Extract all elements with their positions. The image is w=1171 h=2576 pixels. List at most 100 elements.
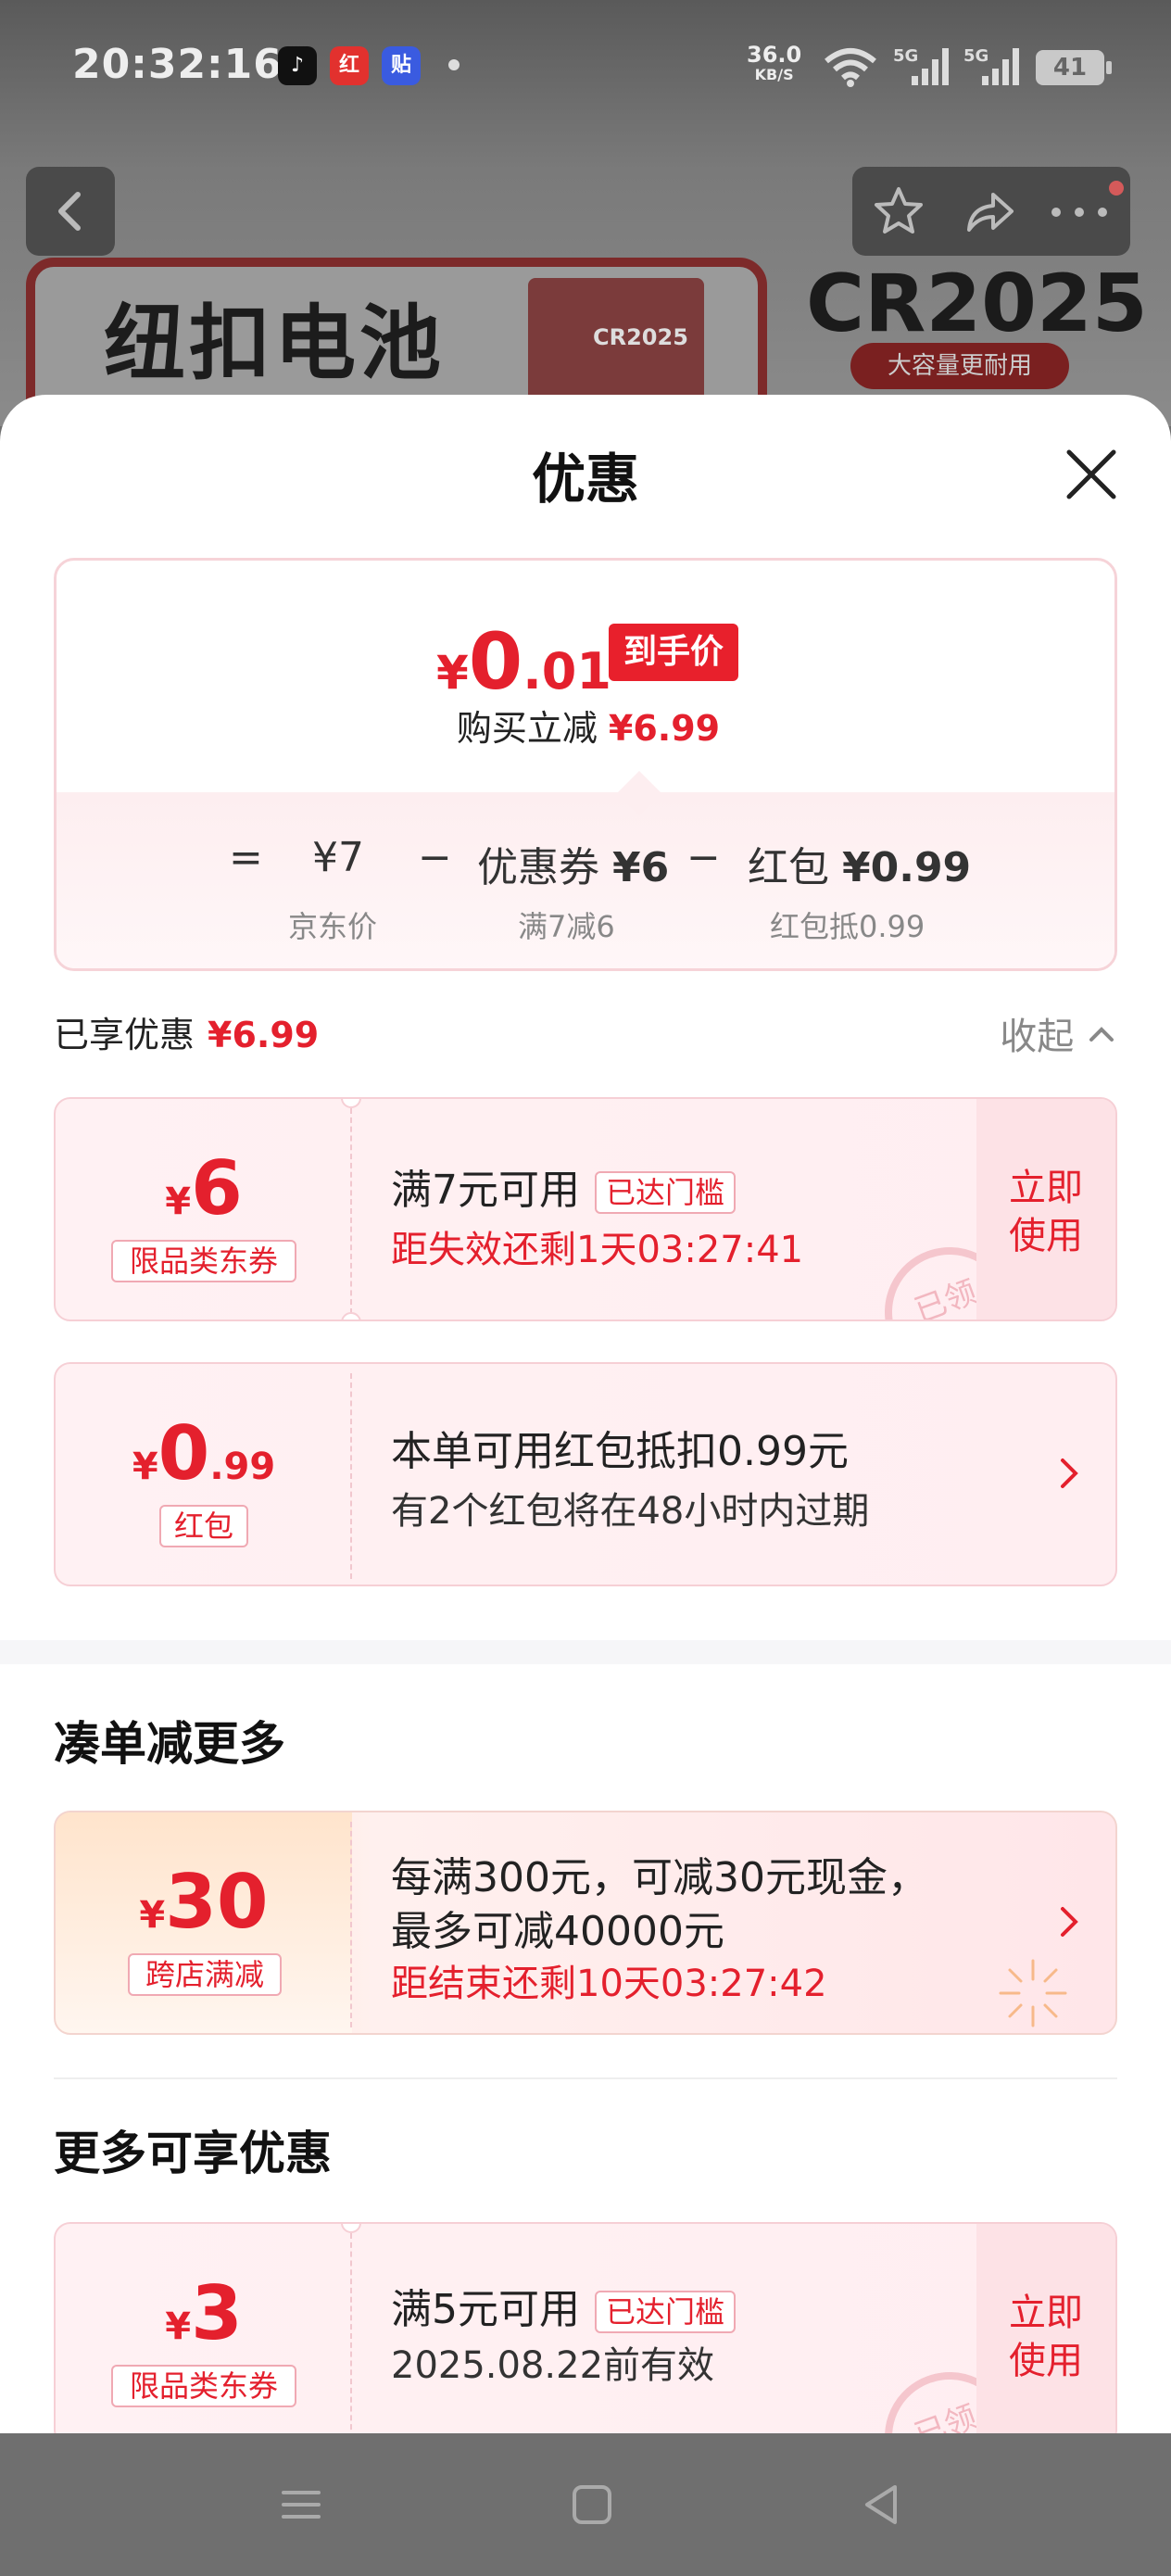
star-icon[interactable] [871, 183, 926, 239]
formula-hongbao: 红包 ¥0.99 [748, 834, 971, 893]
promo-countdown: 距结束还剩10天03:27:42 [391, 1963, 827, 2005]
sig2-label: 5G [963, 46, 988, 66]
coupon-condition: 满5元可用 已达门槛 [391, 2276, 737, 2335]
coupon-card[interactable]: ¥3 限品类东券 满5元可用 已达门槛 2025.08.22前有效 已领 立即 使用 [54, 2222, 1117, 2433]
hongbao-expiry-note: 有2个红包将在48小时内过期 [391, 1490, 870, 1533]
chevron-left-icon [58, 192, 81, 231]
hongbao-decimal: .99 [209, 1446, 276, 1488]
hongbao-card[interactable]: ¥0.99 红包 本单可用红包抵扣0.99元 有2个红包将在48小时内过期 [54, 1362, 1117, 1586]
promo-currency: ¥ [139, 1894, 166, 1937]
hongbao-main-text: 本单可用红包抵扣0.99元 [391, 1428, 849, 1475]
cell-signal-1-icon: 5G [893, 46, 949, 85]
reduce-label: 购买立减 [456, 708, 598, 749]
threshold-tag: 已达门槛 [595, 1171, 737, 1214]
coupon-currency: ¥ [165, 2305, 192, 2348]
promo-value: ¥30 [56, 1859, 352, 1945]
network-speed: 36.0 KB/S [747, 44, 801, 85]
coupon-countdown: 距失效还剩1天03:27:41 [391, 1229, 804, 1271]
final-price-int: 0 [468, 616, 523, 707]
coupon-type-badge: 限品类东券 [111, 1240, 296, 1282]
wifi-icon [825, 48, 876, 87]
pack-label: CR2025 [593, 324, 688, 350]
collapse-label: 收起 [1000, 1016, 1075, 1058]
hongbao-value: ¥0.99 [56, 1410, 352, 1496]
coupon-condition-text: 满7元可用 [391, 1167, 580, 1214]
collapse-button[interactable]: 收起 [1000, 1006, 1117, 1060]
tie-app-icon: 贴 [382, 46, 421, 85]
close-icon[interactable] [1060, 443, 1123, 506]
use-now-line2: 使用 [1009, 1215, 1083, 1257]
promo-line1: 每满300元，可减30元现金， [391, 1854, 928, 1901]
battery-icon: 41 [1036, 50, 1112, 85]
menu-icon[interactable] [278, 2481, 324, 2528]
section-heading-more-offers: 更多可享优惠 [54, 2127, 332, 2180]
sig1-label: 5G [893, 46, 918, 66]
final-price-currency: ¥ [436, 646, 469, 700]
use-now-button[interactable]: 立即 使用 [976, 1099, 1115, 1320]
product-title: 纽扣电池 [104, 296, 446, 391]
status-bar: 20:32:16 ♪ 红 贴 36.0 KB/S 5G 5G 41 [0, 0, 1171, 139]
home-icon[interactable] [569, 2481, 615, 2528]
reduce-amount: ¥6.99 [608, 708, 721, 749]
product-badge: 大容量更耐用 [850, 343, 1069, 389]
top-action-group [852, 167, 1130, 256]
network-speed-unit: KB/S [754, 66, 794, 83]
back-nav-icon[interactable] [858, 2481, 904, 2528]
coupon-amount: 6 [191, 1145, 243, 1231]
coupon-rule-label: 满7减6 [518, 909, 615, 944]
chevron-right-icon [1061, 1907, 1078, 1937]
promo-line2: 最多可减40000元 [391, 1908, 724, 1955]
hongbao-rule-label: 红包抵0.99 [770, 909, 925, 944]
coupon-currency: ¥ [165, 1181, 192, 1223]
hongbao-part-label: 红包 [748, 844, 829, 891]
threshold-tag: 已达门槛 [595, 2291, 737, 2333]
coupon-condition: 满7元可用 已达门槛 [391, 1156, 737, 1216]
formula-minus-2: − [686, 834, 721, 881]
hongbao-currency: ¥ [132, 1446, 158, 1488]
section-separator [0, 1640, 1171, 1664]
jd-price: ¥7 [312, 834, 364, 881]
douyin-icon: ♪ [278, 46, 317, 85]
hongbao-part-amount: ¥0.99 [842, 844, 972, 891]
formula-coupon: 优惠券 ¥6 [477, 834, 669, 893]
system-nav-bar [0, 2433, 1171, 2576]
sheet-title: 优惠 [531, 448, 639, 511]
use-now-line1: 立即 [1009, 1167, 1083, 1209]
coupon-amount: 3 [191, 2270, 243, 2356]
use-now-button[interactable]: 立即 使用 [976, 2224, 1115, 2433]
promo-amount: 30 [165, 1859, 269, 1945]
back-button[interactable] [26, 167, 115, 256]
formula-equals: = [229, 834, 263, 881]
discount-sheet: 优惠 ¥0.01 到手价 购买立减 ¥6.99 = ¥7 − 优惠券 ¥6 − 红… [0, 395, 1171, 2433]
enjoyed-label: 已享优惠 [54, 1015, 195, 1055]
coupon-card[interactable]: ¥6 限品类东券 满7元可用 已达门槛 距失效还剩1天03:27:41 已领 立即… [54, 1097, 1117, 1321]
final-price: ¥0.01 [436, 616, 611, 707]
hongbao-badge: 红包 [159, 1505, 248, 1547]
share-icon[interactable] [962, 183, 1017, 239]
jd-price-label: 京东价 [288, 909, 378, 944]
final-price-tag: 到手价 [609, 624, 738, 681]
hongbao-app-icon: 红 [330, 46, 369, 85]
notification-badge [1106, 178, 1127, 198]
reduce-line: 购买立减 ¥6.99 [57, 700, 1114, 751]
notification-dot-icon [448, 59, 460, 70]
cross-store-promo-card[interactable]: ¥30 跨店满减 每满300元，可减30元现金， 最多可减40000元 距结束还… [54, 1811, 1117, 2035]
more-icon[interactable] [1047, 198, 1112, 226]
final-price-dec: .01 [523, 642, 611, 701]
coupon-notch-bottom [341, 1312, 361, 1320]
hongbao-int: 0 [157, 1410, 210, 1496]
formula-minus-1: − [418, 834, 452, 881]
enjoyed-amount: ¥6.99 [208, 1015, 320, 1055]
coupon-type-badge: 限品类东券 [111, 2365, 296, 2407]
coupon-value: ¥6 [56, 1145, 352, 1231]
coupon-condition-text: 满5元可用 [391, 2286, 580, 2333]
price-summary-card: ¥0.01 到手价 购买立减 ¥6.99 = ¥7 − 优惠券 ¥6 − 红包 ¥… [54, 558, 1117, 971]
section-heading-more-savings: 凑单减更多 [54, 1717, 285, 1771]
product-model: CR2025 [806, 258, 1148, 350]
coupon-validity: 2025.08.22前有效 [391, 2344, 715, 2387]
coupon-value: ¥3 [56, 2270, 352, 2356]
coupon-part-label: 优惠券 [477, 844, 599, 891]
chevron-right-icon [1061, 1458, 1078, 1488]
network-speed-value: 36.0 [747, 42, 802, 68]
coupon-part-amount: ¥6 [612, 844, 670, 891]
